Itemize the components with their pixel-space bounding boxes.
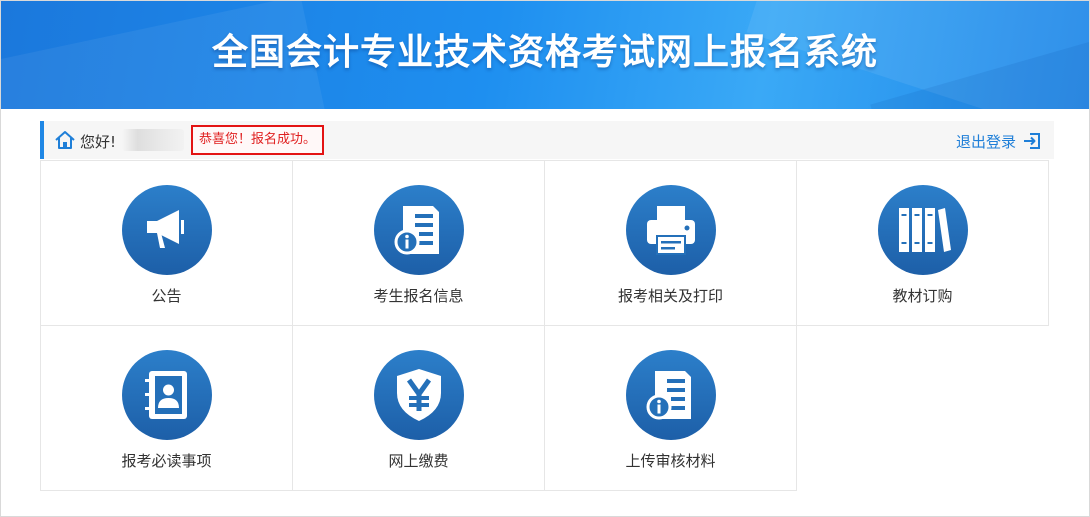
icon-circle	[374, 350, 464, 440]
greeting-text: 您好!	[80, 133, 117, 151]
menu-label: 网上缴费	[388, 452, 449, 470]
yen-shield-icon	[397, 369, 441, 421]
menu-tile-must-read[interactable]: 报考必读事项	[40, 325, 293, 491]
icon-circle	[122, 350, 212, 440]
menu-label: 报考必读事项	[121, 452, 212, 470]
menu-tile-registration-info[interactable]: 考生报名信息	[292, 160, 545, 326]
info-document-icon	[646, 371, 691, 420]
menu-label: 报考相关及打印	[617, 287, 723, 305]
menu-tile-print[interactable]: 报考相关及打印	[544, 160, 797, 326]
masked-username	[122, 129, 184, 151]
icon-circle	[626, 185, 716, 275]
logout-icon	[1024, 133, 1040, 149]
menu-tile-textbook-order[interactable]: 教材订购	[796, 160, 1049, 326]
logout-label: 退出登录	[955, 132, 1016, 151]
menu-label: 公告	[151, 287, 182, 305]
user-bar: 您好! 恭喜您！报名成功。 退出登录	[40, 121, 1054, 159]
logout-button[interactable]: 退出登录	[956, 130, 1042, 152]
icon-circle	[878, 185, 968, 275]
menu-tile-announcement[interactable]: 公告	[40, 160, 293, 326]
megaphone-icon	[147, 210, 184, 248]
books-icon	[899, 208, 951, 252]
success-message: 恭喜您！报名成功。	[191, 125, 325, 155]
contact-book-icon	[145, 371, 187, 419]
icon-circle	[122, 185, 212, 275]
header-banner: 全国会计专业技术资格考试网上报名系统	[1, 1, 1089, 109]
home-icon[interactable]	[54, 130, 76, 150]
menu-label: 上传审核材料	[625, 452, 716, 470]
printer-icon	[647, 206, 695, 255]
icon-circle	[374, 185, 464, 275]
menu-tile-online-payment[interactable]: 网上缴费	[292, 325, 545, 491]
page-title: 全国会计专业技术资格考试网上报名系统	[211, 32, 878, 73]
menu-tile-upload-materials[interactable]: 上传审核材料	[544, 325, 797, 491]
menu-label: 教材订购	[892, 287, 953, 305]
menu-label: 考生报名信息	[373, 287, 464, 305]
icon-circle	[626, 350, 716, 440]
info-document-icon	[394, 206, 439, 255]
